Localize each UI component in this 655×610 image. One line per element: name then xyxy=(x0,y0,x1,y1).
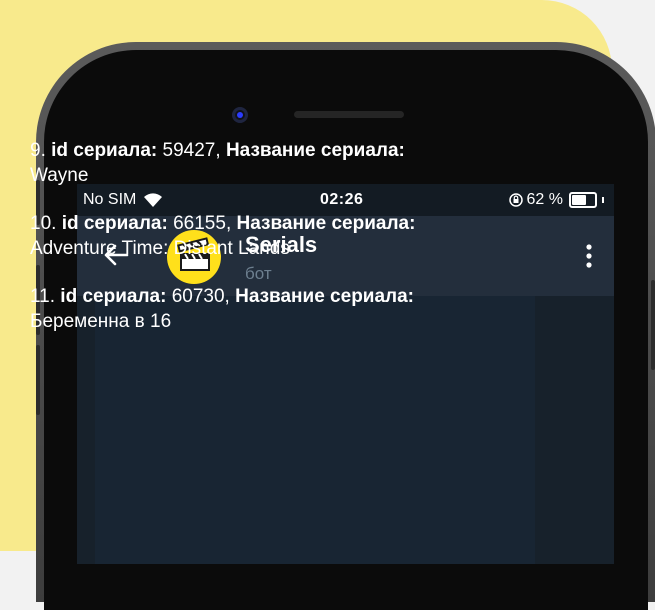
battery-percent: 62 % xyxy=(526,191,563,208)
front-camera xyxy=(232,107,248,123)
phone-side-button xyxy=(651,280,655,370)
item-number: 9. xyxy=(30,140,46,161)
name-label: Название сериала: xyxy=(235,286,415,307)
item-number: 10. xyxy=(30,213,57,234)
id-value: 60730, xyxy=(166,286,236,307)
rotation-lock-icon xyxy=(508,193,523,207)
id-label: id сериала: xyxy=(60,286,167,307)
name-label: Название сериала: xyxy=(225,140,405,161)
name-label: Название сериала: xyxy=(236,213,416,234)
message-item: 9. id сериала: 59427, Название сериала: … xyxy=(30,138,460,188)
status-right: 62 % xyxy=(508,191,604,209)
name-value: Беременна в 16 xyxy=(30,311,172,332)
id-value: 59427, xyxy=(157,140,226,161)
id-value: 66155, xyxy=(167,213,237,234)
id-label: id сериала: xyxy=(51,140,158,161)
message-item: 11. id сериала: 60730, Название сериала:… xyxy=(30,284,460,334)
name-value: Adventure Time: Distant Lands xyxy=(30,238,290,259)
battery-icon xyxy=(569,192,597,208)
earpiece-speaker xyxy=(294,111,404,118)
id-label: id сериала: xyxy=(61,213,168,234)
more-menu-icon[interactable] xyxy=(584,242,594,270)
message-text: 9. id сериала: 59427, Название сериала: … xyxy=(30,138,460,357)
item-number: 11. xyxy=(30,286,56,307)
name-value: Wayne xyxy=(30,165,89,186)
message-item: 10. id сериала: 66155, Название сериала:… xyxy=(30,211,460,261)
